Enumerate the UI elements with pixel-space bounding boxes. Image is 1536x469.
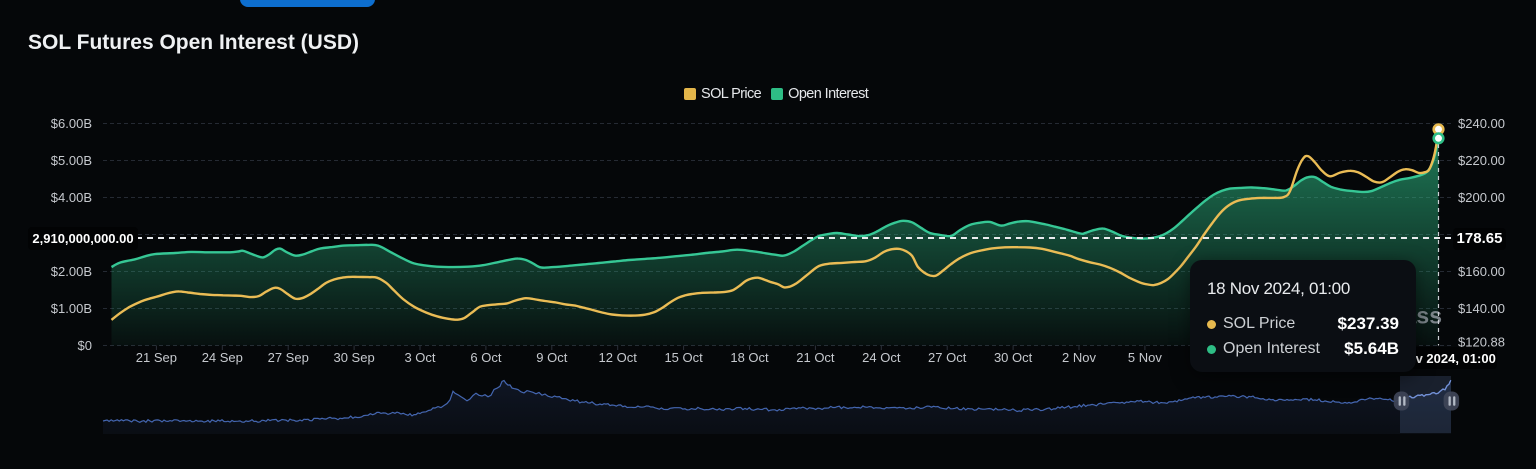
svg-text:$220.00: $220.00 [1458,153,1505,168]
svg-text:27 Oct: 27 Oct [928,350,967,365]
svg-text:$160.00: $160.00 [1458,264,1505,279]
svg-text:$2.00B: $2.00B [51,264,92,279]
svg-text:12 Oct: 12 Oct [599,350,638,365]
svg-text:$6.00B: $6.00B [51,116,92,131]
svg-text:30 Oct: 30 Oct [994,350,1033,365]
svg-text:27 Sep: 27 Sep [268,350,309,365]
svg-text:$0: $0 [78,338,92,353]
svg-text:15 Oct: 15 Oct [664,350,703,365]
svg-text:24 Sep: 24 Sep [202,350,243,365]
svg-text:3 Oct: 3 Oct [404,350,435,365]
svg-text:$240.00: $240.00 [1458,116,1505,131]
svg-text:21 Sep: 21 Sep [136,350,177,365]
svg-text:30 Sep: 30 Sep [333,350,374,365]
svg-text:$5.00B: $5.00B [51,153,92,168]
svg-text:21 Oct: 21 Oct [796,350,835,365]
svg-text:6 Oct: 6 Oct [470,350,501,365]
svg-text:9 Oct: 9 Oct [536,350,567,365]
svg-text:$140.00: $140.00 [1458,301,1505,316]
svg-text:2 Nov: 2 Nov [1062,350,1096,365]
svg-text:24 Oct: 24 Oct [862,350,901,365]
svg-text:$1.00B: $1.00B [51,301,92,316]
svg-text:5 Nov: 5 Nov [1128,350,1162,365]
svg-text:$4.00B: $4.00B [51,190,92,205]
svg-text:18 Oct: 18 Oct [730,350,769,365]
svg-text:$200.00: $200.00 [1458,190,1505,205]
